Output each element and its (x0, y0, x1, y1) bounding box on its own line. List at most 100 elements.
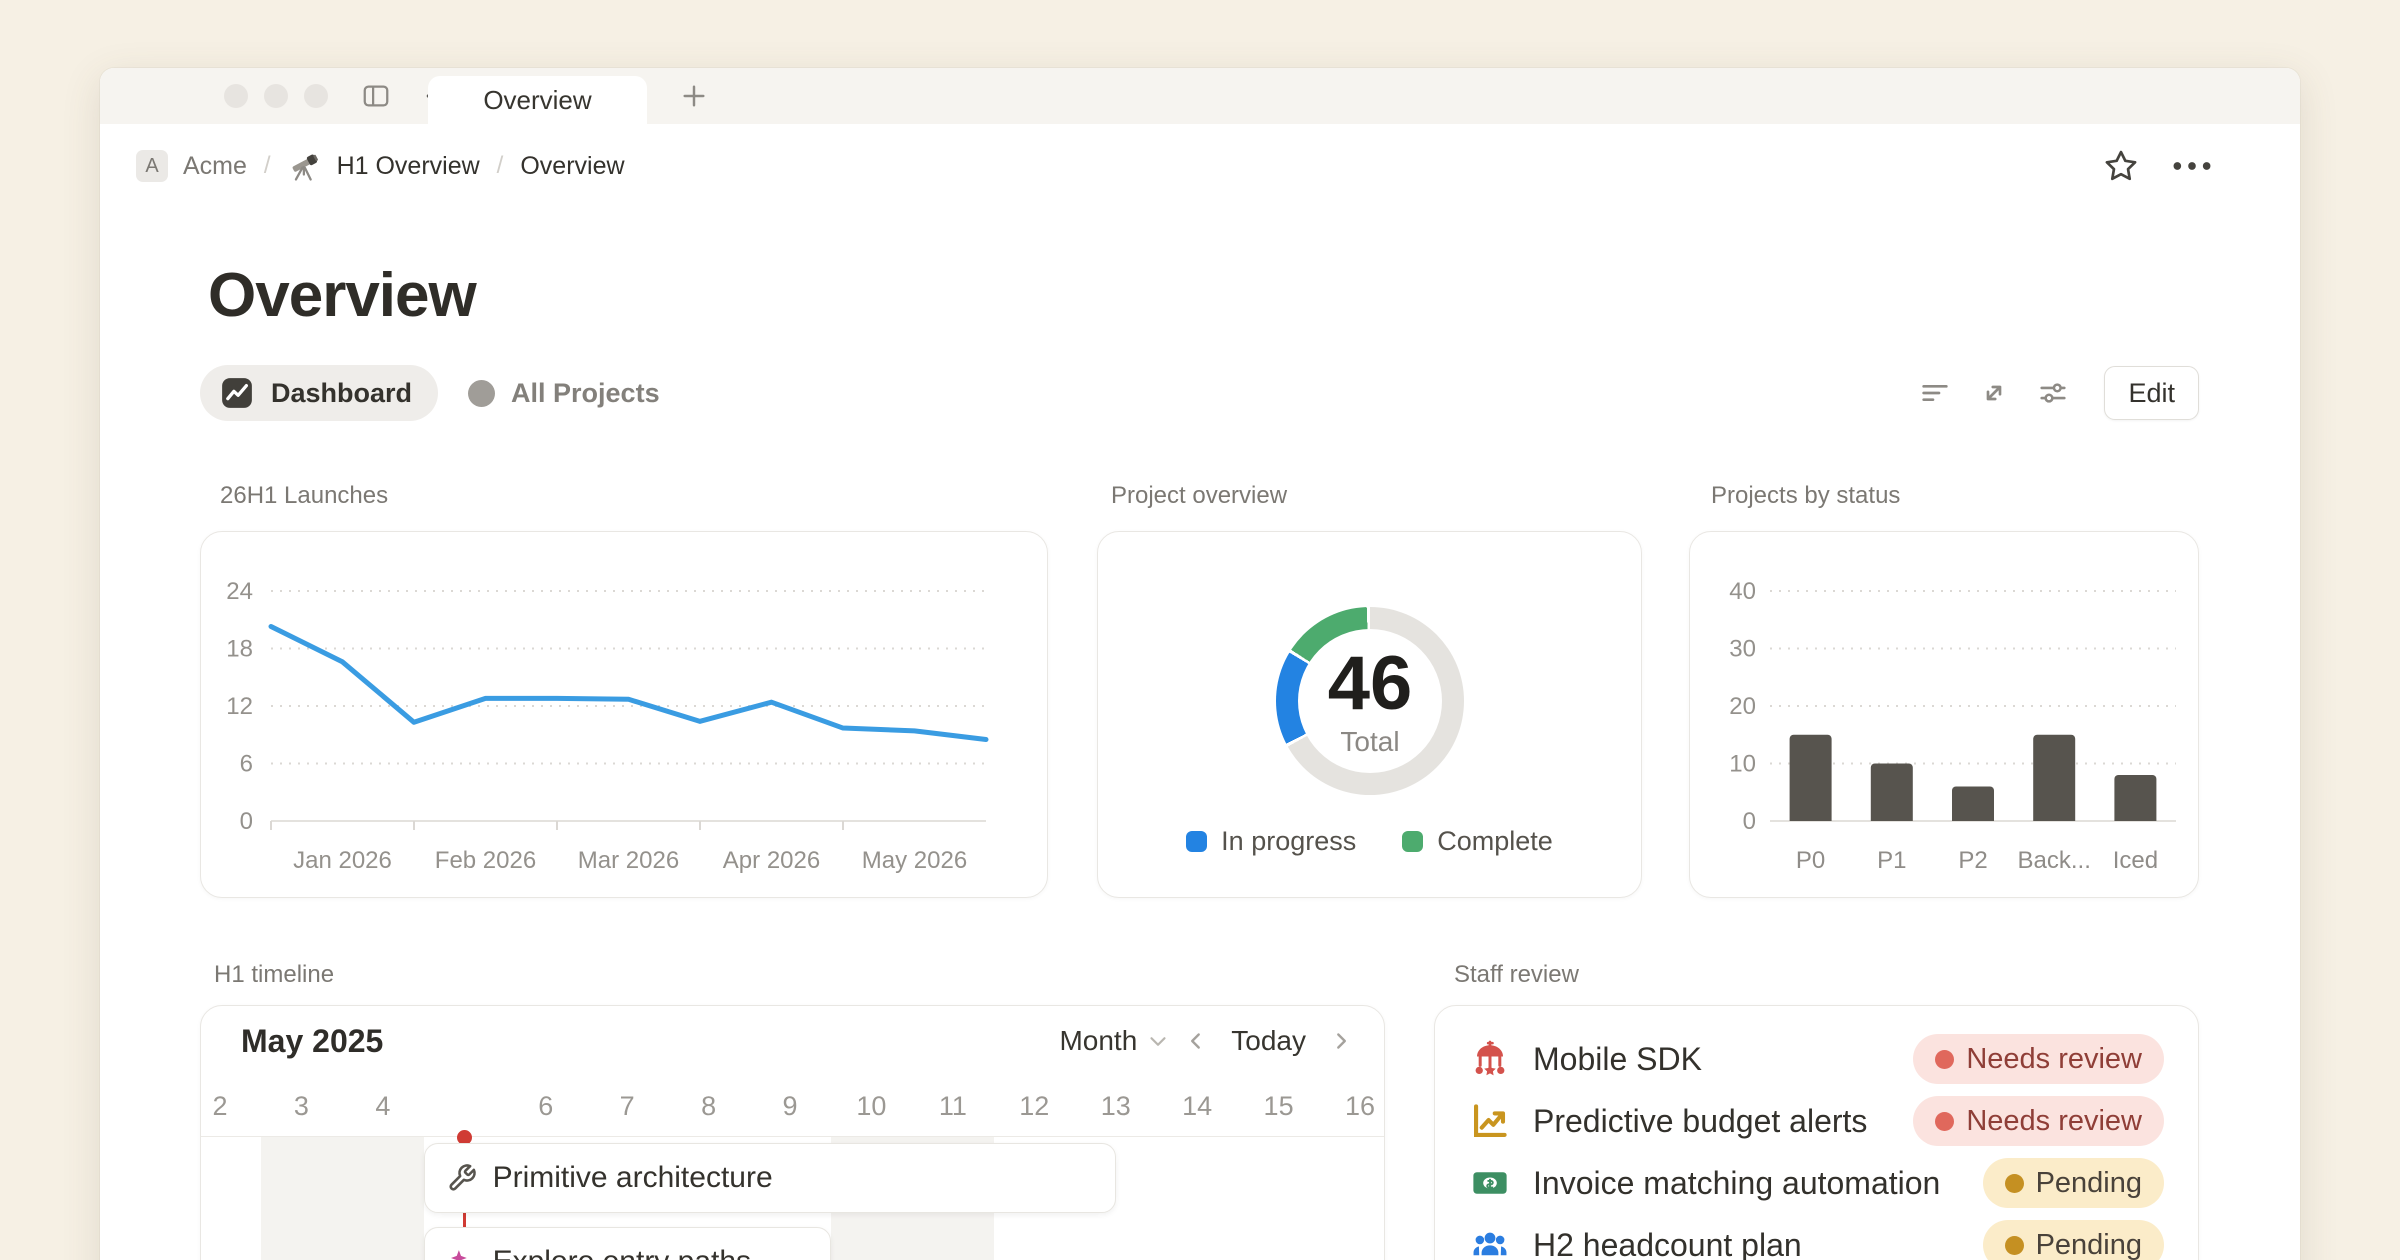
settings-sliders-icon[interactable] (2037, 377, 2069, 409)
staff-row[interactable]: Predictive budget alertsNeeds review (1471, 1090, 2164, 1152)
timeline-day: 10 (830, 1076, 912, 1136)
timeline-day-current: 5 (423, 1076, 505, 1136)
donut-total-value: 46 (1328, 644, 1413, 724)
more-options-icon[interactable] (2170, 147, 2214, 185)
view-tab-label: Dashboard (271, 378, 412, 409)
filter-icon[interactable] (1919, 377, 1951, 409)
timeline-day-row: 2345678910111213141516 (201, 1076, 1384, 1136)
widget-title-project-overview: Project overview (1111, 482, 1287, 510)
timeline-task[interactable]: Primitive architecture (424, 1143, 1116, 1213)
workspace-avatar[interactable]: A (136, 150, 168, 182)
sidebar-toggle-icon[interactable] (361, 81, 391, 111)
legend-label: Complete (1437, 826, 1553, 857)
window-zoom-button[interactable] (304, 84, 328, 108)
svg-text:24: 24 (226, 578, 253, 605)
timeline-body: Primitive architecture Explore entry path… (201, 1137, 1384, 1260)
status-dot-icon (2005, 1174, 2024, 1193)
svg-text:Jan 2026: Jan 2026 (293, 847, 392, 874)
svg-text:P2: P2 (1958, 847, 1987, 874)
breadcrumb-parent-page[interactable]: H1 Overview (337, 152, 480, 181)
staff-item-label: H2 headcount plan (1533, 1227, 1983, 1260)
timeline-view-mode-label: Month (1059, 1025, 1137, 1057)
svg-text:10: 10 (1729, 751, 1756, 778)
svg-text:12: 12 (226, 693, 253, 720)
timeline-day: 8 (668, 1076, 750, 1136)
svg-text:0: 0 (1743, 808, 1756, 835)
staff-row[interactable]: Invoice matching automationPending (1471, 1152, 2164, 1214)
edit-button[interactable]: Edit (2104, 366, 2199, 420)
legend-item: In progress (1186, 826, 1356, 857)
launches-line-chart: 06121824Jan 2026Feb 2026Mar 2026Apr 2026… (201, 532, 1048, 898)
svg-text:40: 40 (1729, 578, 1756, 605)
timeline-day: 7 (586, 1076, 668, 1136)
status-pill[interactable]: Needs review (1913, 1096, 2164, 1146)
timeline-header: May 2025 Month Today (201, 1006, 1384, 1076)
svg-text:May 2026: May 2026 (862, 847, 967, 874)
timeline-day: 4 (342, 1076, 424, 1136)
timeline-day: 15 (1238, 1076, 1320, 1136)
carousel-icon (1471, 1040, 1509, 1078)
window-close-button[interactable] (224, 84, 248, 108)
status-pill[interactable]: Pending (1983, 1158, 2164, 1208)
timeline-day: 12 (993, 1076, 1075, 1136)
toolbar: A Acme / H1 Overview / Overview (100, 124, 2300, 208)
status-dot-icon (1935, 1050, 1954, 1069)
breadcrumb-separator: / (262, 152, 273, 180)
widget-title-staff-review: Staff review (1454, 961, 1579, 989)
staff-item-label: Invoice matching automation (1533, 1165, 1983, 1202)
people-icon (1471, 1226, 1509, 1260)
timeline-day: 16 (1319, 1076, 1385, 1136)
timeline-day: 6 (505, 1076, 587, 1136)
svg-text:Feb 2026: Feb 2026 (435, 847, 536, 874)
new-tab-button[interactable] (676, 81, 712, 111)
staff-row[interactable]: Mobile SDKNeeds review (1471, 1028, 2164, 1090)
favorite-star-icon[interactable] (2102, 147, 2140, 185)
svg-text:P1: P1 (1877, 847, 1906, 874)
status-label: Needs review (1966, 1105, 2142, 1138)
chart-increasing-icon (1471, 1102, 1509, 1140)
timeline-task-label: Explore entry paths (493, 1245, 751, 1260)
view-tabs: Dashboard All Projects Edit (200, 365, 2199, 421)
timeline-day: 9 (749, 1076, 831, 1136)
timeline-day: 13 (1075, 1076, 1157, 1136)
legend-swatch (1402, 831, 1423, 852)
status-dot-icon (1935, 1112, 1954, 1131)
svg-text:6: 6 (240, 751, 253, 778)
tab-overview[interactable]: Overview (428, 76, 647, 124)
view-tab-dashboard[interactable]: Dashboard (200, 365, 438, 421)
breadcrumb-workspace[interactable]: Acme (183, 152, 247, 181)
svg-text:Back...: Back... (2018, 847, 2091, 874)
widget-title-projects-by-status: Projects by status (1711, 482, 1900, 510)
staff-item-label: Mobile SDK (1533, 1041, 1913, 1078)
status-pill[interactable]: Pending (1983, 1220, 2164, 1260)
page-title: Overview (208, 260, 476, 331)
breadcrumb-current-page[interactable]: Overview (520, 152, 624, 181)
status-label: Pending (2036, 1229, 2142, 1260)
staff-row[interactable]: H2 headcount plan Pending (1471, 1214, 2164, 1260)
tab-bar: Overview (100, 68, 2300, 124)
staff-review-list: Mobile SDKNeeds reviewPredictive budget … (1471, 1028, 2164, 1260)
timeline-today-button[interactable]: Today (1221, 1025, 1316, 1057)
chevron-down-icon (1145, 1028, 1171, 1054)
donut-legend: In progress Complete (1098, 826, 1641, 857)
status-dot-icon (2005, 1236, 2024, 1255)
svg-text:30: 30 (1729, 636, 1756, 663)
projects-by-status-bar-chart-card: 010203040P0P1P2Back...Iced (1689, 531, 2199, 898)
timeline-month-label: May 2025 (241, 1023, 383, 1060)
view-tab-all-projects[interactable]: All Projects (468, 378, 660, 409)
donut-center: 46 Total (1276, 607, 1464, 795)
timeline-view-selector[interactable]: Month (1059, 1025, 1171, 1057)
timeline-task[interactable]: Explore entry paths (424, 1227, 831, 1260)
expand-icon[interactable] (1978, 377, 2010, 409)
prev-period-icon[interactable] (1183, 1028, 1209, 1054)
telescope-icon (288, 149, 322, 183)
banknote-icon (1471, 1164, 1509, 1202)
widget-title-h1-timeline: H1 timeline (214, 961, 334, 989)
next-period-icon[interactable] (1328, 1028, 1354, 1054)
all-projects-icon (468, 380, 495, 407)
weekend-column (261, 1137, 424, 1260)
status-pill[interactable]: Needs review (1913, 1034, 2164, 1084)
window-minimize-button[interactable] (264, 84, 288, 108)
timeline-day: 14 (1156, 1076, 1238, 1136)
svg-text:Mar 2026: Mar 2026 (578, 847, 679, 874)
